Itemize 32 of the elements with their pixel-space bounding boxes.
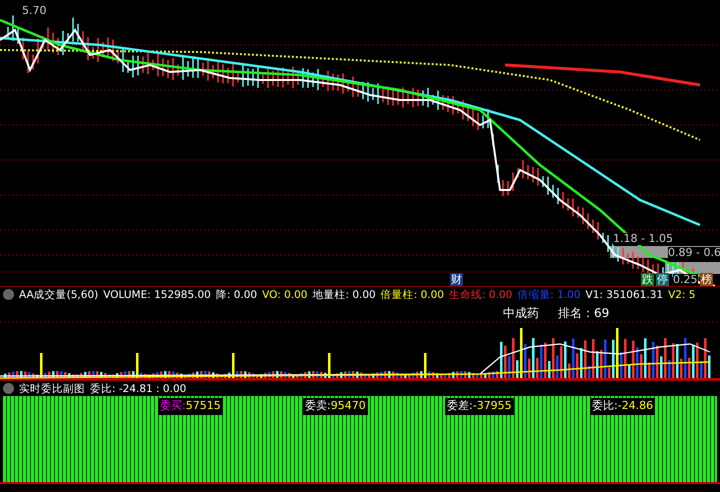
marker-tag: 停 — [656, 273, 669, 286]
marker-tag: 跌 — [641, 273, 654, 286]
marker-tag: 榜 — [700, 273, 713, 286]
indicator-value: VO: 0.00 — [262, 288, 308, 302]
ratio-value: 委比: -24.81 : 0.00 — [90, 382, 186, 396]
indicator-value: 倍量柱: 0.00 — [380, 288, 444, 302]
sector-label: 中成药 — [503, 307, 539, 319]
indicator-title: AA成交量(5,60) — [19, 288, 98, 302]
collapse-icon — [3, 289, 14, 300]
indicator-value: 生命线: 0.00 — [449, 288, 512, 302]
price-label: 5.70 — [22, 5, 46, 17]
order-value: 57515 — [186, 399, 221, 412]
indicator-value: V1: 351061.31 — [586, 288, 664, 302]
marker-tag: 财 — [450, 273, 463, 286]
order-value: 95470 — [330, 399, 366, 412]
indicator-value: 倍缩量: 1.00 — [517, 288, 581, 302]
order-label: 委买: — [160, 399, 186, 412]
price-label: 0.25 — [673, 274, 698, 286]
indicator-value: 地量柱: 0.00 — [312, 288, 376, 302]
indicator-value: VOLUME: 152985.00 — [103, 288, 211, 302]
indicator-value: 降: 0.00 — [216, 288, 258, 302]
order-value: -24.86 — [618, 399, 654, 412]
collapse-icon — [3, 383, 14, 394]
order-label: 委差: — [447, 399, 473, 412]
indicator-title: 实时委比副图 — [19, 382, 85, 396]
order-label: 委卖: — [305, 399, 331, 412]
price-range-label: 0.89 - 0.6 — [668, 247, 720, 259]
indicator-value: V2: 5 — [668, 288, 696, 302]
order-value: -37955 — [472, 399, 512, 412]
price-range-label: 1.18 - 1.05 — [613, 233, 673, 245]
order-label: 委比: — [592, 399, 618, 412]
rank-label: 排名：69 — [558, 307, 610, 319]
